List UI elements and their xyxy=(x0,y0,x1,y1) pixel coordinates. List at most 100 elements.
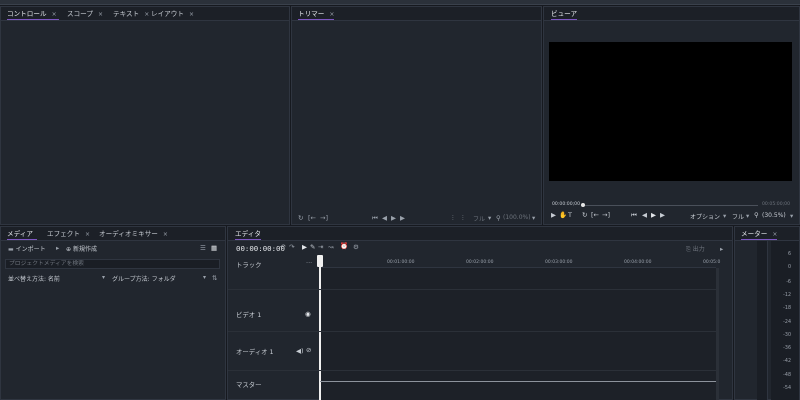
track-label-audio-1[interactable]: オーディオ 1 xyxy=(236,347,274,356)
tab-meter[interactable]: メーター × xyxy=(741,230,778,240)
track-divider xyxy=(228,370,716,371)
close-icon[interactable]: × xyxy=(85,231,90,238)
ruler-tick: 00:05:0 xyxy=(703,260,721,265)
playhead-knob[interactable] xyxy=(581,203,585,207)
mark-in-icon[interactable]: [← xyxy=(591,211,599,219)
chevron-right-icon[interactable]: ▸ xyxy=(720,245,723,253)
controls-panel: コントロール × スコープ × テキスト × レイアウト × xyxy=(0,6,290,225)
close-icon[interactable]: × xyxy=(98,11,103,18)
eye-icon[interactable]: ◉ xyxy=(305,310,311,318)
tab-audio-mixer[interactable]: オーディオミキサー × xyxy=(99,230,168,240)
tab-media[interactable]: メディア xyxy=(7,230,37,240)
tab-text[interactable]: テキスト × xyxy=(113,10,149,20)
trimmer-zoom-label[interactable]: フル xyxy=(473,214,485,223)
step-forward-icon[interactable]: ▶ xyxy=(400,214,405,222)
sort-select[interactable]: 並べ替え方法: 名前 ▾ xyxy=(8,274,108,283)
meter-scale-label: -6 xyxy=(786,280,791,285)
mark-out-icon[interactable]: →] xyxy=(602,211,610,219)
play-icon[interactable]: ▶ xyxy=(391,214,396,222)
loop-icon[interactable]: ↻ xyxy=(582,211,587,219)
new-button[interactable]: ⊕ 新規作成 xyxy=(66,244,97,253)
tab-layout[interactable]: レイアウト × xyxy=(151,10,194,20)
tab-viewer[interactable]: ビューア xyxy=(551,10,578,20)
trim-tool-icon[interactable]: ⇥ xyxy=(318,243,323,251)
mark-out-icon[interactable]: →] xyxy=(320,214,328,222)
mark-in-icon[interactable]: [← xyxy=(308,214,316,222)
chevron-down-icon[interactable]: ▾ xyxy=(746,212,749,220)
step-back-icon[interactable]: ◀ xyxy=(642,211,647,219)
undo-icon[interactable]: ↶ xyxy=(280,243,285,251)
chevron-down-icon[interactable]: ▾ xyxy=(532,214,535,222)
text-tool-icon[interactable]: T xyxy=(568,211,572,219)
list-view-icon[interactable]: ☰ xyxy=(200,244,206,252)
slip-tool-icon[interactable]: ↝ xyxy=(328,243,333,251)
redo-icon[interactable]: ↷ xyxy=(289,243,294,251)
viewer-tabbar: ビューア xyxy=(544,7,799,21)
viewer-options-label[interactable]: オプション xyxy=(690,212,720,221)
close-icon[interactable]: × xyxy=(163,231,168,238)
viewer-zoom-label[interactable]: フル xyxy=(732,212,744,221)
new-label: 新規作成 xyxy=(72,246,97,253)
tab-label: スコープ xyxy=(67,10,93,18)
step-back-icon[interactable]: ◀ xyxy=(382,214,387,222)
group-select[interactable]: グループ方法: フォルダ ▾ xyxy=(112,274,210,283)
hand-tool-icon[interactable]: ✋ xyxy=(559,211,567,219)
tab-scopes[interactable]: スコープ × xyxy=(67,10,103,20)
overwrite-icon[interactable]: ⫶ xyxy=(462,214,464,223)
insert-icon[interactable]: ⫶ xyxy=(452,214,454,223)
loop-icon[interactable]: ↻ xyxy=(298,214,303,222)
chevron-down-icon[interactable]: ▾ xyxy=(790,212,793,220)
close-icon[interactable]: × xyxy=(189,11,194,18)
track-label-master[interactable]: マスター xyxy=(236,380,262,389)
playhead-handle[interactable] xyxy=(317,255,323,267)
step-forward-icon[interactable]: ▶ xyxy=(660,211,665,219)
trimmer-panel: トリマー × ↻ [← →] ⏮ ◀ ▶ ▶ ⫶ ⫶ フル ▾ ⚲ (100.0%… xyxy=(291,6,542,225)
snap-icon[interactable]: ⏰ xyxy=(340,242,348,250)
master-volume-line[interactable] xyxy=(320,381,716,382)
meter-scale-label: -48 xyxy=(783,373,791,378)
timeline-vscroll[interactable] xyxy=(716,268,719,400)
playhead[interactable] xyxy=(319,256,321,400)
mic-mute-icon[interactable]: ⊘ xyxy=(306,346,311,354)
sort-order-icon[interactable]: ⇅ xyxy=(212,274,217,282)
close-icon[interactable]: × xyxy=(329,11,334,18)
tab-editor[interactable]: エディタ xyxy=(235,230,261,240)
sort-label: 並べ替え方法: 名前 xyxy=(8,276,60,283)
select-tool-icon[interactable]: ▶ xyxy=(551,211,556,219)
play-icon[interactable]: ▶ xyxy=(651,211,656,219)
viewer-zoom-value[interactable]: (30.5%) xyxy=(762,212,786,219)
tab-trimmer[interactable]: トリマー × xyxy=(298,10,335,20)
tab-label: トリマー xyxy=(298,10,325,18)
zoom-icon[interactable]: ⚲ xyxy=(496,214,501,222)
trimmer-zoom-value[interactable]: (100.0%) xyxy=(503,214,531,221)
chevron-right-icon[interactable]: ▸ xyxy=(56,244,59,252)
grid-view-icon[interactable]: ▦ xyxy=(211,244,217,252)
chevron-down-icon: ▾ xyxy=(102,274,106,281)
skip-back-icon[interactable]: ⏮ xyxy=(372,214,378,223)
select-tool-icon[interactable]: ▶ xyxy=(302,243,307,251)
close-icon[interactable]: × xyxy=(52,11,57,18)
output-button[interactable]: ⎘ 出力 xyxy=(686,244,705,254)
viewer-current-time: 00:00:00;00 xyxy=(552,202,581,207)
razor-tool-icon[interactable]: ✎ xyxy=(310,243,315,251)
zoom-icon[interactable]: ⚲ xyxy=(754,211,759,219)
close-icon[interactable]: × xyxy=(772,231,777,238)
skip-back-icon[interactable]: ⏮ xyxy=(631,211,637,220)
editor-toolbar: ↶ ↷ ▶ ✎ ⇥ ↝ ⏰ ⚙ xyxy=(278,242,368,252)
video-preview[interactable] xyxy=(549,42,792,181)
import-button[interactable]: ▬ インポート xyxy=(8,244,46,253)
gear-icon[interactable]: ⚙ xyxy=(353,243,359,251)
speaker-icon[interactable]: ◀) xyxy=(296,347,304,355)
media-search-input[interactable]: プロジェクトメディアを検索 xyxy=(5,259,220,269)
scrub-bar[interactable] xyxy=(582,205,758,206)
meter-scale-label: -30 xyxy=(783,333,791,338)
chevron-down-icon[interactable]: ▾ xyxy=(488,214,491,222)
chevron-down-icon[interactable]: ▾ xyxy=(723,212,726,220)
meter-tabbar: メーター × xyxy=(735,227,799,241)
track-label-video-1[interactable]: ビデオ 1 xyxy=(236,310,261,319)
ruler[interactable] xyxy=(320,257,716,268)
close-icon[interactable]: × xyxy=(144,11,149,18)
tab-effects[interactable]: エフェクト × xyxy=(47,230,90,240)
more-icon[interactable]: ··· xyxy=(306,259,312,267)
tab-controls[interactable]: コントロール × xyxy=(7,10,59,20)
